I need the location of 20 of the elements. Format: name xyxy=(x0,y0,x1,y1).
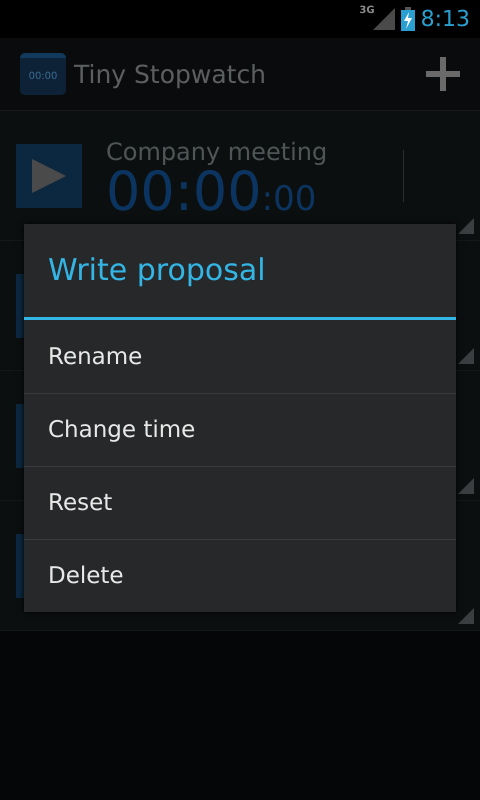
play-icon xyxy=(32,158,66,192)
app-title: Tiny Stopwatch xyxy=(74,60,268,88)
menu-item[interactable]: Delete xyxy=(24,539,456,612)
clock: 8:13 xyxy=(420,6,470,32)
menu-item[interactable]: Rename xyxy=(24,320,456,393)
stopwatch-name: Company meeting xyxy=(106,138,328,166)
dialog-title: Write proposal xyxy=(48,253,266,288)
corner-icon xyxy=(458,348,474,364)
corner-icon xyxy=(458,478,474,494)
battery-charging-icon xyxy=(400,7,415,31)
elapsed-fraction: :00 xyxy=(262,178,316,218)
corner-icon xyxy=(458,218,474,234)
menu-item[interactable]: Change time xyxy=(24,393,456,466)
plus-icon xyxy=(426,57,460,91)
app-icon-text: 00:00 xyxy=(28,71,58,82)
add-button[interactable] xyxy=(426,57,460,91)
signal-icon xyxy=(372,8,395,30)
menu-item[interactable]: Reset xyxy=(24,466,456,539)
network-type: 3G xyxy=(359,5,375,16)
corner-icon xyxy=(458,608,474,624)
